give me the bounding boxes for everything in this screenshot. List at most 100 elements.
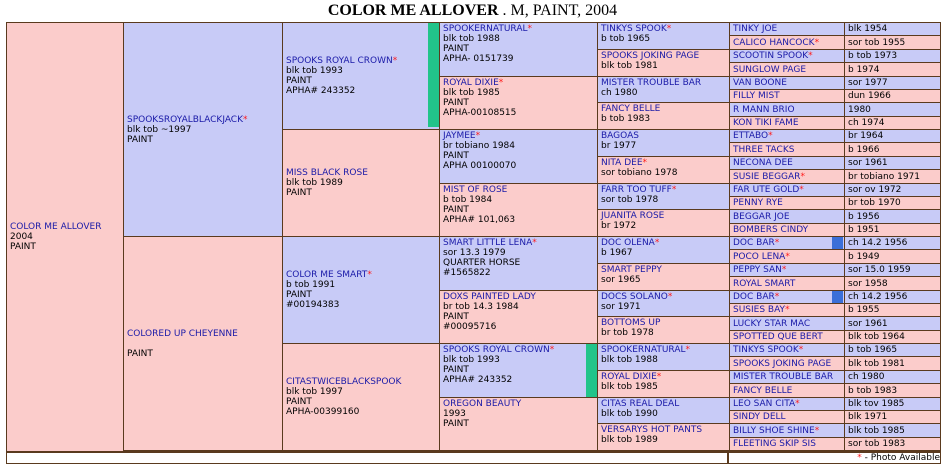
horse-name-link[interactable]: TINKYS SPOOK* [601,24,729,34]
horse-name-link[interactable]: ROYAL DIXIE* [601,372,729,382]
horse-name-link[interactable]: PENNY RYE [733,198,783,208]
horse-name-link[interactable]: SMART LITTLE LENA* [443,238,597,248]
photo-available-marker[interactable]: * [476,131,481,141]
horse-name-link[interactable]: R MANN BRIO [733,105,795,115]
pedigree-cell-gen5: ROYAL SMART [730,277,844,290]
info-marker-box [832,291,843,303]
horse-name-link[interactable]: CALICO HANCOCK* [733,38,819,48]
horse-name-link[interactable]: FAR UTE GOLD* [733,185,804,195]
horse-detail-line: blk tob 1993 [443,355,500,365]
horse-name-link[interactable]: TINKYS SPOOK* [733,345,803,355]
horse-name-link[interactable]: SPOOKS JOKING PAGE [601,51,729,61]
photo-available-marker[interactable]: * [775,292,780,302]
horse-name-link[interactable]: LUCKY STAR MAC [733,319,810,329]
photo-available-marker[interactable]: * [655,238,660,248]
horse-name-link[interactable]: SINDY DELL [733,412,786,422]
horse-name-link[interactable]: FLEETING SKIP SIS [733,439,816,449]
horse-name-link[interactable]: JUANITA ROSE [601,211,729,221]
photo-available-marker[interactable]: * [528,24,533,34]
photo-available-marker[interactable]: * [686,345,691,355]
photo-available-marker[interactable]: * [667,24,672,34]
photo-available-marker[interactable]: * [815,38,820,48]
horse-name-link[interactable]: NITA DEE* [601,158,729,168]
horse-name-link[interactable]: BOMBERS CINDY [733,225,808,235]
horse-name-link[interactable]: BAGOAS [601,131,729,141]
horse-name-link[interactable]: FILLY MIST [733,91,780,101]
horse-name-link[interactable]: POCO LENA* [733,252,790,262]
horse-name-link[interactable]: DOC BAR* [733,292,779,302]
horse-name-link[interactable]: SCOOTIN SPOOK* [733,51,813,61]
horse-name-link[interactable]: SPOOKS ROYAL CROWN* [286,56,439,66]
horse-name-link[interactable]: JAYMEE* [443,131,597,141]
photo-available-marker[interactable]: * [672,185,677,195]
photo-available-marker[interactable]: * [799,185,804,195]
horse-name-link[interactable]: CITASTWICEBLACKSPOOK [286,377,439,387]
pedigree-cell-gen5: SPOTTED QUE BERT [730,331,844,343]
horse-name-link[interactable]: LEO SAN CITA* [733,399,800,409]
photo-available-marker[interactable]: * [499,78,504,88]
horse-name-link[interactable]: ETTABO* [733,131,773,141]
photo-available-marker[interactable]: * [367,270,372,280]
horse-name-link[interactable]: MIST OF ROSE [443,185,597,195]
horse-name-link[interactable]: SPOOKS JOKING PAGE [733,359,831,369]
horse-name-link[interactable]: SPOOKERNATURAL* [443,24,597,34]
photo-available-marker[interactable]: * [785,252,790,262]
horse-name-link[interactable]: KON TIKI FAME [733,118,799,128]
horse-name-link[interactable]: PEPPY SAN* [733,265,786,275]
horse-name-link[interactable]: FARR TOO TUFF* [601,185,729,195]
horse-name-link[interactable]: SPOOKSROYALBLACKJACK* [127,115,282,125]
horse-name-link[interactable]: COLOR ME SMART* [286,270,439,280]
horse-name-link[interactable]: SUNGLOW PAGE [733,65,806,75]
horse-name-link[interactable]: ROYAL DIXIE* [443,78,597,88]
horse-name-link[interactable]: DOC OLENA* [601,238,729,248]
photo-available-marker[interactable]: * [815,426,820,436]
horse-name-link[interactable]: TINKY JOE [733,24,777,34]
photo-available-marker[interactable]: * [657,372,662,382]
photo-available-marker[interactable]: * [775,238,780,248]
photo-available-marker[interactable]: * [785,305,790,315]
horse-name-link[interactable]: SUSIES BAY* [733,305,790,315]
horse-name-link[interactable]: BOTTOMS UP [601,318,729,328]
horse-name-link[interactable]: FANCY BELLE [733,386,792,396]
horse-name-link[interactable]: ROYAL SMART [733,279,795,289]
horse-name-link[interactable]: BILLY SHOE SHINE* [733,426,819,436]
photo-available-marker[interactable]: * [795,399,800,409]
horse-detail-line: br tobiano 1984 [443,141,516,151]
horse-name-link[interactable]: BEGGAR JOE [733,212,790,222]
horse-name-link[interactable]: OREGON BEAUTY [443,399,597,409]
photo-available-marker[interactable]: * [550,345,555,355]
horse-name-link[interactable]: THREE TACKS [733,145,794,155]
pedigree-cell-gen5: TINKYS SPOOK* [730,344,844,356]
horse-name-link[interactable]: MISS BLACK ROSE [286,168,439,178]
horse-name-link[interactable]: SPOOKERNATURAL* [601,345,729,355]
horse-name-link[interactable]: COLORED UP CHEYENNE [127,329,282,339]
horse-name-link[interactable]: SPOOKS ROYAL CROWN* [443,345,597,355]
photo-available-marker[interactable]: * [808,51,813,61]
horse-name-link[interactable]: VERSARYS HOT PANTS [601,425,729,435]
horse-name-link[interactable]: SMART PEPPY [601,265,729,275]
photo-available-marker[interactable]: * [668,292,673,302]
horse-name-link[interactable]: NECONA DEE [733,158,793,168]
horse-name-link[interactable]: COLOR ME ALLOVER [10,222,123,232]
horse-name-link[interactable]: DOC BAR* [733,238,779,248]
horse-name: KON TIKI FAME [733,118,799,128]
horse-detail-line: QUARTER HORSE [443,258,521,268]
photo-available-marker[interactable]: * [800,172,805,182]
photo-available-marker[interactable]: * [643,158,648,168]
horse-name-link[interactable]: SUSIE BEGGAR* [733,172,805,182]
horse-name-link[interactable]: MISTER TROUBLE BAR [601,78,729,88]
horse-name-link[interactable]: DOXS PAINTED LADY [443,292,597,302]
photo-available-marker[interactable]: * [393,56,398,66]
horse-name: ROYAL DIXIE [443,78,499,88]
photo-available-marker[interactable]: * [243,115,248,125]
horse-name-link[interactable]: MISTER TROUBLE BAR [733,372,833,382]
photo-available-marker[interactable]: * [768,131,773,141]
horse-name-link[interactable]: SPOTTED QUE BERT [733,332,823,342]
photo-available-marker[interactable]: * [799,345,804,355]
horse-name-link[interactable]: FANCY BELLE [601,104,729,114]
horse-name-link[interactable]: DOCS SOLANO* [601,292,729,302]
horse-name-link[interactable]: VAN BOONE [733,78,787,88]
horse-name-link[interactable]: CITAS REAL DEAL [601,399,729,409]
photo-available-marker[interactable]: * [782,265,787,275]
photo-available-marker[interactable]: * [532,238,537,248]
